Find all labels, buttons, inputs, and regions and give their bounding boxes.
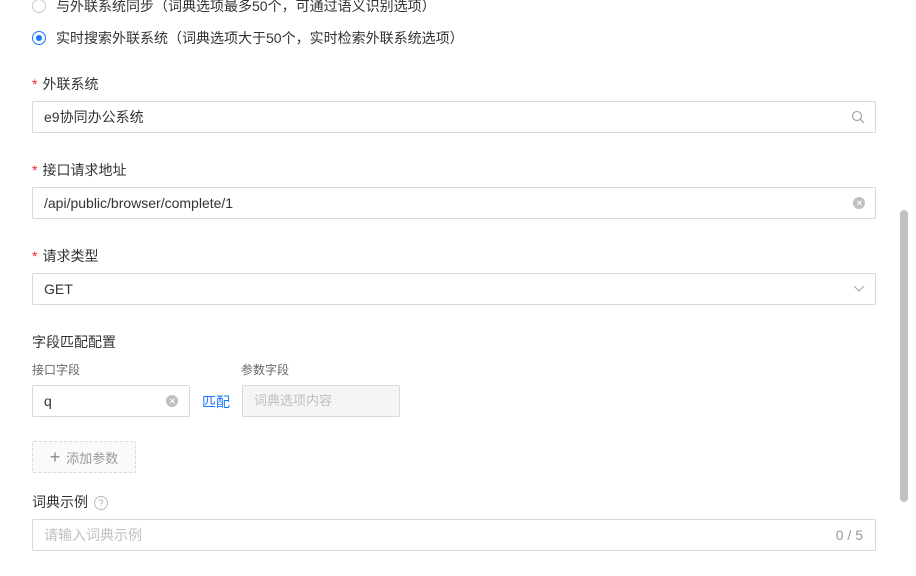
radio-option-sync[interactable]: 与外联系统同步（词典选项最多50个，可通过语义识别选项） — [32, 0, 436, 16]
request-type-label: * 请求类型 — [32, 248, 99, 264]
clear-icon[interactable] — [166, 395, 178, 407]
api-url-label: * 接口请求地址 — [32, 162, 127, 178]
example-input[interactable]: 请输入词典示例 0 / 5 — [32, 519, 876, 551]
field-mapping-title: 字段匹配配置 — [32, 334, 116, 350]
interface-field-label: 接口字段 — [32, 363, 81, 377]
interface-field-input[interactable]: q — [32, 385, 190, 417]
param-field-input: 词典选项内容 — [242, 385, 400, 417]
radio-button-checked[interactable] — [32, 31, 46, 45]
param-field-label: 参数字段 — [241, 363, 290, 377]
plus-icon: + — [49, 447, 61, 467]
search-icon[interactable] — [851, 110, 865, 124]
request-type-select[interactable]: GET — [32, 273, 876, 305]
chevron-down-icon — [853, 285, 865, 292]
external-system-label: * 外联系统 — [32, 76, 99, 92]
radio-label: 实时搜索外联系统（词典选项大于50个，实时检索外联系统选项） — [56, 30, 464, 46]
clear-icon[interactable] — [853, 197, 865, 209]
add-param-button[interactable]: + 添加参数 — [32, 441, 136, 473]
api-url-input[interactable]: /api/public/browser/complete/1 — [32, 187, 876, 219]
char-counter: 0 / 5 — [835, 527, 863, 543]
external-system-input[interactable]: e9协同办公系统 — [32, 101, 876, 133]
scrollbar[interactable] — [900, 210, 908, 502]
example-label: 词典示例? — [32, 492, 108, 512]
match-link[interactable]: 匹配 — [202, 392, 230, 412]
radio-option-realtime[interactable]: 实时搜索外联系统（词典选项大于50个，实时检索外联系统选项） — [32, 28, 464, 48]
radio-button[interactable] — [32, 0, 46, 13]
radio-label: 与外联系统同步（词典选项最多50个，可通过语义识别选项） — [56, 0, 436, 14]
help-icon[interactable]: ? — [94, 496, 108, 511]
